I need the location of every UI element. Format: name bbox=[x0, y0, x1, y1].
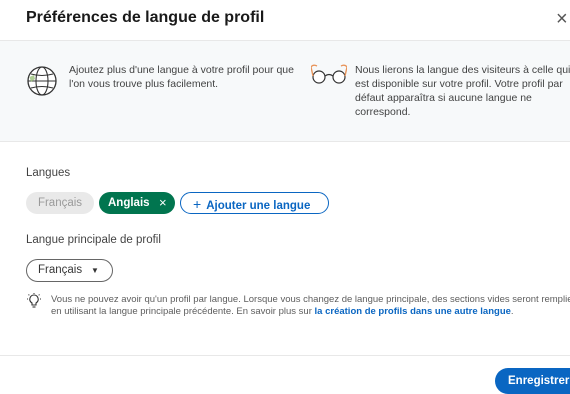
remove-icon[interactable]: × bbox=[159, 192, 167, 214]
dialog-header: Préférences de langue de profil × bbox=[0, 0, 570, 41]
save-button[interactable]: Enregistrer bbox=[495, 368, 570, 394]
glasses-icon bbox=[311, 64, 347, 84]
note-end: . bbox=[510, 305, 514, 317]
languages-label: Langues bbox=[26, 167, 71, 179]
info-band: Ajoutez plus d'une langue à votre profil… bbox=[0, 41, 570, 142]
primary-language-select[interactable]: Français ▼ bbox=[26, 259, 113, 282]
learn-more-link[interactable]: la création de profils dans une autre la… bbox=[315, 306, 511, 317]
language-chip-english[interactable]: Anglais × bbox=[99, 192, 175, 214]
close-button[interactable]: × bbox=[556, 6, 570, 32]
primary-language-label: Langue principale de profil bbox=[26, 234, 161, 246]
primary-language-value: Français bbox=[38, 264, 83, 276]
add-language-label: Ajouter une langue bbox=[206, 200, 311, 212]
add-language-button[interactable]: + Ajouter une langue bbox=[180, 192, 329, 214]
info-text-matching: Nous lierons la langue des visiteurs à c… bbox=[355, 64, 570, 118]
info-text-add: Ajoutez plus d'une langue à votre profil… bbox=[69, 64, 294, 90]
primary-language-note: Vous ne pouvez avoir qu'un profil par la… bbox=[51, 294, 570, 317]
footer-divider bbox=[0, 355, 570, 356]
globe-icon bbox=[27, 66, 57, 96]
language-chip-label: Français bbox=[37, 197, 83, 209]
language-chip-label: Anglais bbox=[108, 197, 150, 209]
close-icon: × bbox=[556, 8, 568, 30]
plus-icon: + bbox=[193, 196, 202, 212]
dialog-title: Préférences de langue de profil bbox=[26, 9, 265, 26]
language-chip-french: Français bbox=[26, 192, 94, 214]
caret-down-icon: ▼ bbox=[91, 266, 99, 275]
lightbulb-icon bbox=[27, 293, 41, 308]
